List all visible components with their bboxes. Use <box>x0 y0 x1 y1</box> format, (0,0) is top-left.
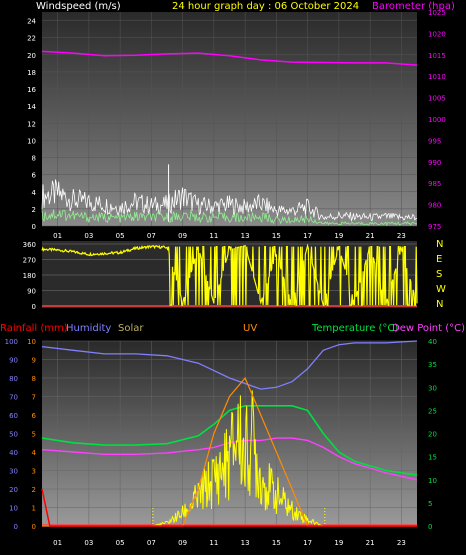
temperature-tick-label: 0 <box>428 523 432 531</box>
climate-x-tick-label: 15 <box>272 539 281 547</box>
wind-x-tick-label: 09 <box>178 232 187 240</box>
humidity-tick-label: 20 <box>9 486 18 494</box>
uv-label: UV <box>243 323 257 334</box>
uv-tick-label: 1 <box>32 505 36 513</box>
climate-x-tick-label: 07 <box>147 539 156 547</box>
direction-tick-label: 270 <box>23 257 36 265</box>
direction-compass-label: W <box>436 284 446 295</box>
humidity-tick-label: 100 <box>5 338 18 346</box>
wind-x-tick-label: 19 <box>334 232 343 240</box>
wind-tick-label: 10 <box>27 137 36 145</box>
climate-x-tick-label: 01 <box>53 539 62 547</box>
climate-x-tick-label: 11 <box>209 539 218 547</box>
humidity-tick-label: 40 <box>9 449 18 457</box>
baro-tick-label: 985 <box>428 180 441 188</box>
solar-label: Solar <box>118 323 144 334</box>
wind-tick-label: 16 <box>27 86 36 94</box>
baro-tick-label: 1000 <box>428 116 446 124</box>
wind-x-tick-label: 05 <box>116 232 125 240</box>
temperature-tick-label: 35 <box>428 361 437 369</box>
baro-tick-label: 990 <box>428 159 441 167</box>
wind-tick-label: 14 <box>27 103 36 111</box>
wind-x-tick-label: 21 <box>366 232 375 240</box>
climate-x-tick-label: 23 <box>397 539 406 547</box>
temperature-tick-label: 20 <box>428 431 437 439</box>
baro-tick-label: 975 <box>428 223 441 231</box>
climate-x-tick-label: 09 <box>178 539 187 547</box>
wind-tick-label: 0 <box>32 223 36 231</box>
direction-tick-label: 90 <box>27 288 36 296</box>
baro-tick-label: 1015 <box>428 52 446 60</box>
wind-tick-label: 2 <box>32 206 36 214</box>
uv-tick-label: 9 <box>32 357 36 365</box>
wind-x-tick-label: 13 <box>241 232 250 240</box>
wind-tick-label: 22 <box>27 35 36 43</box>
humidity-tick-label: 70 <box>9 394 18 402</box>
climate-x-tick-label: 03 <box>84 539 93 547</box>
direction-compass-label: N <box>436 239 443 250</box>
temperature-tick-label: 40 <box>428 338 437 346</box>
uv-tick-label: 2 <box>32 486 36 494</box>
direction-tick-label: 360 <box>23 241 36 249</box>
uv-tick-label: 4 <box>32 449 37 457</box>
wind-x-tick-label: 15 <box>272 232 281 240</box>
climate-x-tick-label: 17 <box>303 539 312 547</box>
uv-tick-label: 5 <box>32 431 36 439</box>
humidity-label: Humidity <box>66 323 111 334</box>
direction-compass-label: E <box>436 254 442 265</box>
wind-panel <box>42 12 417 226</box>
wind-tick-label: 20 <box>27 52 36 60</box>
uv-tick-label: 7 <box>32 394 36 402</box>
temperature-tick-label: 5 <box>428 500 432 508</box>
humidity-tick-label: 80 <box>9 375 18 383</box>
humidity-tick-label: 0 <box>14 523 18 531</box>
climate-x-tick-label: 05 <box>116 539 125 547</box>
wind-tick-label: 12 <box>27 120 36 128</box>
uv-tick-label: 3 <box>32 468 36 476</box>
rain-label: Rainfall (mm) <box>0 323 68 334</box>
wind-tick-label: 24 <box>27 18 36 26</box>
humidity-tick-label: 30 <box>9 468 18 476</box>
baro-tick-label: 980 <box>428 202 441 210</box>
uv-tick-label: 6 <box>32 412 37 420</box>
temperature-tick-label: 15 <box>428 454 437 462</box>
date-label: 24 hour graph day : 06 October 2024 <box>172 1 359 12</box>
climate-x-tick-label: 21 <box>366 539 375 547</box>
wind-tick-label: 4 <box>32 189 37 197</box>
humidity-tick-label: 60 <box>9 412 18 420</box>
climate-x-tick-label: 13 <box>241 539 250 547</box>
wind-x-tick-label: 03 <box>84 232 93 240</box>
baro-tick-label: 995 <box>428 137 441 145</box>
wind-x-tick-label: 01 <box>53 232 62 240</box>
uv-tick-label: 0 <box>32 523 36 531</box>
wind-x-tick-label: 07 <box>147 232 156 240</box>
wind-tick-label: 18 <box>27 69 36 77</box>
dewpoint-label: Dew Point (°C) <box>392 323 465 334</box>
humidity-tick-label: 90 <box>9 357 18 365</box>
wind-label: Windspeed (m/s) <box>36 1 121 12</box>
baro-tick-label: 1020 <box>428 30 446 38</box>
direction-tick-label: 180 <box>23 272 36 280</box>
direction-compass-label: N <box>436 299 443 310</box>
wind-tick-label: 8 <box>32 155 36 163</box>
climate-x-tick-label: 19 <box>334 539 343 547</box>
uv-tick-label: 8 <box>32 375 36 383</box>
uv-tick-label: 10 <box>27 338 36 346</box>
baro-tick-label: 1005 <box>428 95 446 103</box>
weather-graph: 0246810121416182022249759809859909951000… <box>0 1 465 547</box>
direction-compass-label: S <box>436 269 442 280</box>
temperature-tick-label: 10 <box>428 477 437 485</box>
humidity-tick-label: 50 <box>9 431 18 439</box>
wind-tick-label: 6 <box>32 172 37 180</box>
wind-x-tick-label: 23 <box>397 232 406 240</box>
wind-x-tick-label: 17 <box>303 232 312 240</box>
temperature-tick-label: 30 <box>428 384 437 392</box>
wind-x-tick-label: 11 <box>209 232 218 240</box>
baro-label: Barometer (hpa) <box>372 1 455 12</box>
temperature-label: Temperature (°C) <box>311 323 398 334</box>
direction-tick-label: 0 <box>32 303 36 311</box>
temperature-tick-label: 25 <box>428 407 437 415</box>
baro-tick-label: 1010 <box>428 73 446 81</box>
humidity-tick-label: 10 <box>9 505 18 513</box>
